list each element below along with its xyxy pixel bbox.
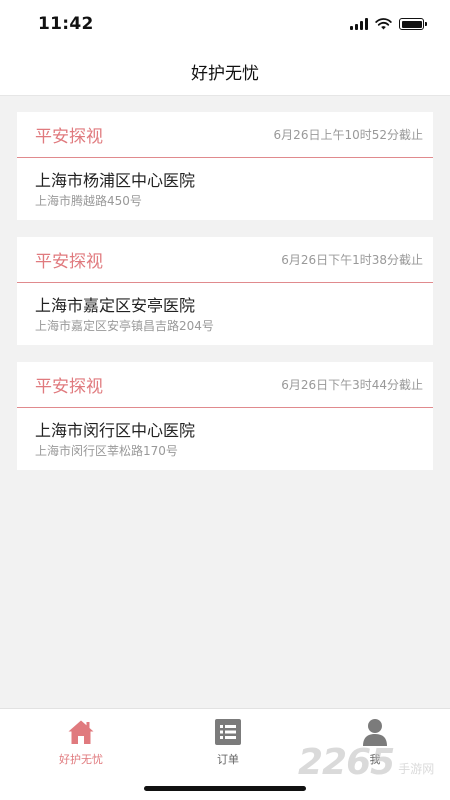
order-card-body: 上海市嘉定区安亭医院 上海市嘉定区安亭镇昌吉路204号 [17, 283, 433, 345]
watermark-logo: 2265 手游网 [298, 742, 434, 783]
status-icons [350, 18, 427, 30]
status-bar: 11:42 [0, 0, 450, 48]
hospital-address: 上海市嘉定区安亭镇昌吉路204号 [35, 319, 214, 333]
order-card[interactable]: 平安探视 6月26日上午10时52分截止 上海市杨浦区中心医院 上海市腾越路45… [17, 112, 433, 220]
list-icon [214, 718, 242, 746]
order-card-header: 平安探视 6月26日下午1时38分截止 [17, 237, 433, 283]
order-card-body: 上海市杨浦区中心医院 上海市腾越路450号 [17, 158, 433, 220]
status-time: 11:42 [38, 14, 94, 34]
order-card-header: 平安探视 6月26日下午3时44分截止 [17, 362, 433, 408]
order-type: 平安探视 [35, 377, 103, 397]
nav-bar: 好护无忧 [0, 48, 450, 96]
tab-home[interactable]: 好护无忧 [46, 709, 116, 800]
order-list: 平安探视 6月26日上午10时52分截止 上海市杨浦区中心医院 上海市腾越路45… [17, 112, 433, 487]
hospital-name: 上海市闵行区中心医院 [35, 421, 196, 440]
order-card[interactable]: 平安探视 6月26日下午1时38分截止 上海市嘉定区安亭医院 上海市嘉定区安亭镇… [17, 237, 433, 345]
hospital-name: 上海市嘉定区安亭医院 [35, 296, 196, 315]
order-type: 平安探视 [35, 127, 103, 147]
order-card-header: 平安探视 6月26日上午10时52分截止 [17, 112, 433, 158]
order-deadline: 6月26日下午3时44分截止 [281, 378, 423, 392]
watermark-number: 2265 [298, 742, 395, 783]
order-type: 平安探视 [35, 252, 103, 272]
home-indicator[interactable] [144, 786, 306, 791]
order-card[interactable]: 平安探视 6月26日下午3时44分截止 上海市闵行区中心医院 上海市闵行区莘松路… [17, 362, 433, 470]
cellular-signal-icon [350, 18, 368, 30]
tab-label: 订单 [217, 753, 239, 766]
home-icon [67, 718, 95, 746]
watermark-text: 手游网 [398, 762, 435, 776]
app-screen: 11:42 好护无忧 平安探视 6月26日上午10时52分截止 上海市杨浦区中心… [0, 0, 450, 800]
order-deadline: 6月26日上午10时52分截止 [273, 128, 423, 142]
order-deadline: 6月26日下午1时38分截止 [281, 253, 423, 267]
tab-label: 好护无忧 [59, 753, 103, 766]
order-card-body: 上海市闵行区中心医院 上海市闵行区莘松路170号 [17, 408, 433, 470]
page-title: 好护无忧 [191, 64, 259, 84]
battery-icon [399, 18, 427, 30]
wifi-icon [375, 18, 392, 30]
hospital-name: 上海市杨浦区中心医院 [35, 171, 196, 190]
hospital-address: 上海市闵行区莘松路170号 [35, 444, 178, 458]
hospital-address: 上海市腾越路450号 [35, 194, 142, 208]
